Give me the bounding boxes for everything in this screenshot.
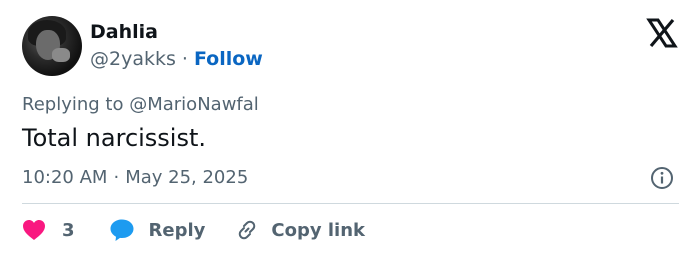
avatar[interactable] [22,16,82,76]
replying-mention-link[interactable]: @MarioNawfal [129,94,259,115]
tweet-date: May 25, 2025 [125,167,249,188]
divider [22,203,679,204]
separator-dot: · [181,48,188,70]
info-icon[interactable] [650,166,674,190]
reply-label: Reply [148,219,206,241]
tweet-time: 10:20 AM [22,167,108,188]
tweet-timestamp[interactable]: 10:20 AM · May 25, 2025 [22,167,248,188]
separator-dot: · [113,167,120,188]
x-logo-icon[interactable] [646,18,678,48]
speech-bubble-icon [110,219,134,241]
like-count: 3 [62,219,75,241]
replying-prefix: Replying to [22,94,124,115]
follow-button[interactable]: Follow [194,48,263,70]
replying-to-line: Replying to @MarioNawfal [22,94,259,115]
tweet-embed-card: Dahlia @2yakks · Follow Replying to @Mario… [0,0,700,256]
author-name[interactable]: Dahlia [90,21,158,43]
like-button[interactable]: 3 [22,219,75,241]
copy-link-label: Copy link [271,219,365,241]
avatar-hand-shape [52,48,70,62]
copy-link-button[interactable]: Copy link [235,218,365,242]
author-handle-line: @2yakks · Follow [90,48,263,70]
author-handle[interactable]: @2yakks [90,48,176,70]
tweet-text: Total narcissist. [22,124,207,152]
link-icon [239,220,256,240]
reply-button[interactable]: Reply [109,218,206,242]
heart-icon [23,220,45,240]
action-bar: 3 Reply Copy link [22,216,365,244]
